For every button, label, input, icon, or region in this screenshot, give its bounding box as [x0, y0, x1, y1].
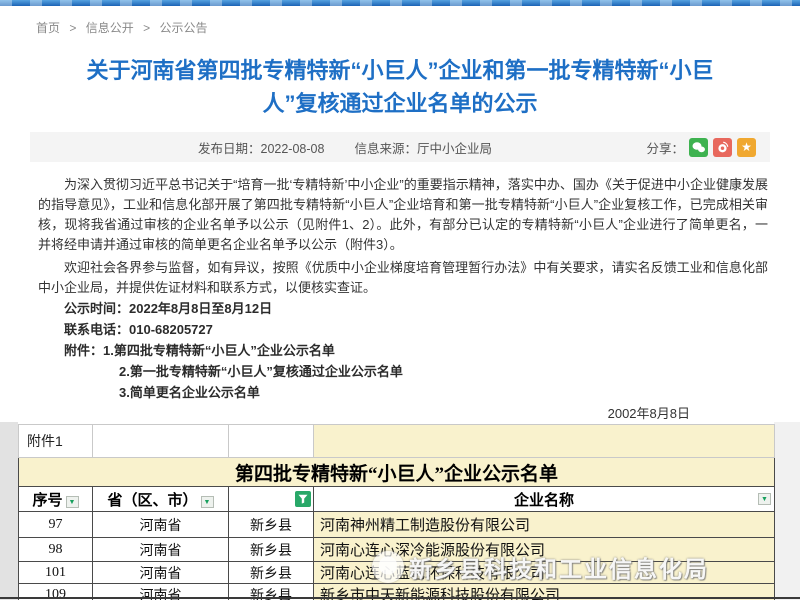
- province-cell: 河南省: [93, 562, 229, 584]
- sheet-label-row: 附件1: [19, 425, 775, 458]
- table-header-row: 序号▼ 省（区、市）▼ 企业名称▼: [19, 487, 775, 512]
- table-row: 98 河南省 新乡县 河南心连心深冷能源股份有限公司: [19, 538, 775, 562]
- column-header-company: 企业名称▼: [314, 487, 775, 512]
- table-title: 第四批专精特新“小巨人”企业公示名单: [19, 458, 775, 487]
- table-row: 97 河南省 新乡县 河南神州精工制造股份有限公司: [19, 512, 775, 538]
- paragraph-1: 为深入贯彻习近平总书记关于“培育一批‘专精特新’中小企业”的重要指示精神，落实中…: [38, 175, 768, 255]
- breadcrumb-link-home[interactable]: 首页: [36, 21, 60, 35]
- contact-phone: 联系电话：010-68205727: [38, 319, 768, 340]
- filter-dropdown-icon[interactable]: ▼: [758, 493, 771, 505]
- attachment-sheet: 附件1 第四批专精特新“小巨人”企业公示名单 序号▼ 省（区、市）▼ 企业名称▼: [0, 422, 800, 600]
- publicity-time: 公示时间：2022年8月8日至8月12日: [38, 298, 768, 319]
- paragraph-2: 欢迎社会各界参与监督，如有异议，按照《优质中小企业梯度培育管理暂行办法》中有关要…: [38, 258, 768, 298]
- serial-cell: 98: [19, 538, 93, 562]
- breadcrumb-link-info-disclosure[interactable]: 信息公开: [86, 21, 134, 35]
- article-body: 为深入贯彻习近平总书记关于“培育一批‘专精特新’中小企业”的重要指示精神，落实中…: [38, 175, 768, 424]
- filter-funnel-icon[interactable]: [295, 491, 311, 507]
- share-label: 分享：: [646, 138, 684, 157]
- share-toolbar: 分享： ★: [646, 138, 756, 157]
- attachment-link-3[interactable]: 3.简单更名企业公示名单: [119, 385, 260, 400]
- company-table: 附件1 第四批专精特新“小巨人”企业公示名单 序号▼ 省（区、市）▼ 企业名称▼: [18, 424, 775, 600]
- serial-cell: 101: [19, 562, 93, 584]
- attachment-link-2[interactable]: 2.第一批专精特新“小巨人”复核通过企业公示名单: [119, 364, 403, 379]
- company-cell: 河南神州精工制造股份有限公司: [314, 512, 775, 538]
- column-header-serial: 序号▼: [19, 487, 93, 512]
- county-cell: 新乡县: [229, 562, 314, 584]
- weibo-share-icon[interactable]: [713, 138, 732, 157]
- top-nav-bar: [0, 0, 800, 6]
- province-cell: 河南省: [93, 538, 229, 562]
- filter-dropdown-icon[interactable]: ▼: [201, 496, 214, 508]
- serial-cell: 97: [19, 512, 93, 538]
- sheet-corner-label: 附件1: [19, 425, 93, 458]
- province-cell: 河南省: [93, 512, 229, 538]
- breadcrumb: 首页 > 信息公开 > 公示公告: [36, 19, 800, 36]
- sheet-right-margin: [774, 422, 800, 600]
- county-cell: 新乡县: [229, 512, 314, 538]
- breadcrumb-link-public-notice[interactable]: 公示公告: [159, 21, 207, 35]
- wechat-share-icon[interactable]: [689, 138, 708, 157]
- table-row: 101 河南省 新乡县 河南心连心蓝色环保科技有限公司: [19, 562, 775, 584]
- company-cell: 河南心连心深冷能源股份有限公司: [314, 538, 775, 562]
- publish-date: 发布日期：2022-08-08: [198, 138, 324, 157]
- attachment-link-1[interactable]: 1.第四批专精特新“小巨人”企业公示名单: [103, 343, 335, 358]
- column-header-province: 省（区、市）▼: [93, 487, 229, 512]
- filter-dropdown-icon[interactable]: ▼: [66, 496, 79, 508]
- table-title-row: 第四批专精特新“小巨人”企业公示名单: [19, 458, 775, 487]
- sheet-bottom-edge: [0, 597, 800, 599]
- sheet-left-margin: [0, 422, 18, 600]
- attachments-label: 附件：: [64, 343, 103, 358]
- meta-bar: 发布日期：2022-08-08 信息来源：厅中小企业局 分享： ★: [30, 132, 770, 162]
- breadcrumb-separator: >: [69, 21, 76, 35]
- sign-date: 2002年8月8日: [38, 403, 768, 424]
- column-header-city: [229, 487, 314, 512]
- company-cell: 河南心连心蓝色环保科技有限公司: [314, 562, 775, 584]
- info-source: 信息来源：厅中小企业局: [354, 138, 492, 157]
- county-cell: 新乡县: [229, 538, 314, 562]
- page-title: 关于河南省第四批专精特新“小巨人”企业和第一批专精特新“小巨人”复核通过企业名单…: [76, 54, 724, 120]
- favorite-star-icon[interactable]: ★: [737, 138, 756, 157]
- breadcrumb-separator: >: [143, 21, 150, 35]
